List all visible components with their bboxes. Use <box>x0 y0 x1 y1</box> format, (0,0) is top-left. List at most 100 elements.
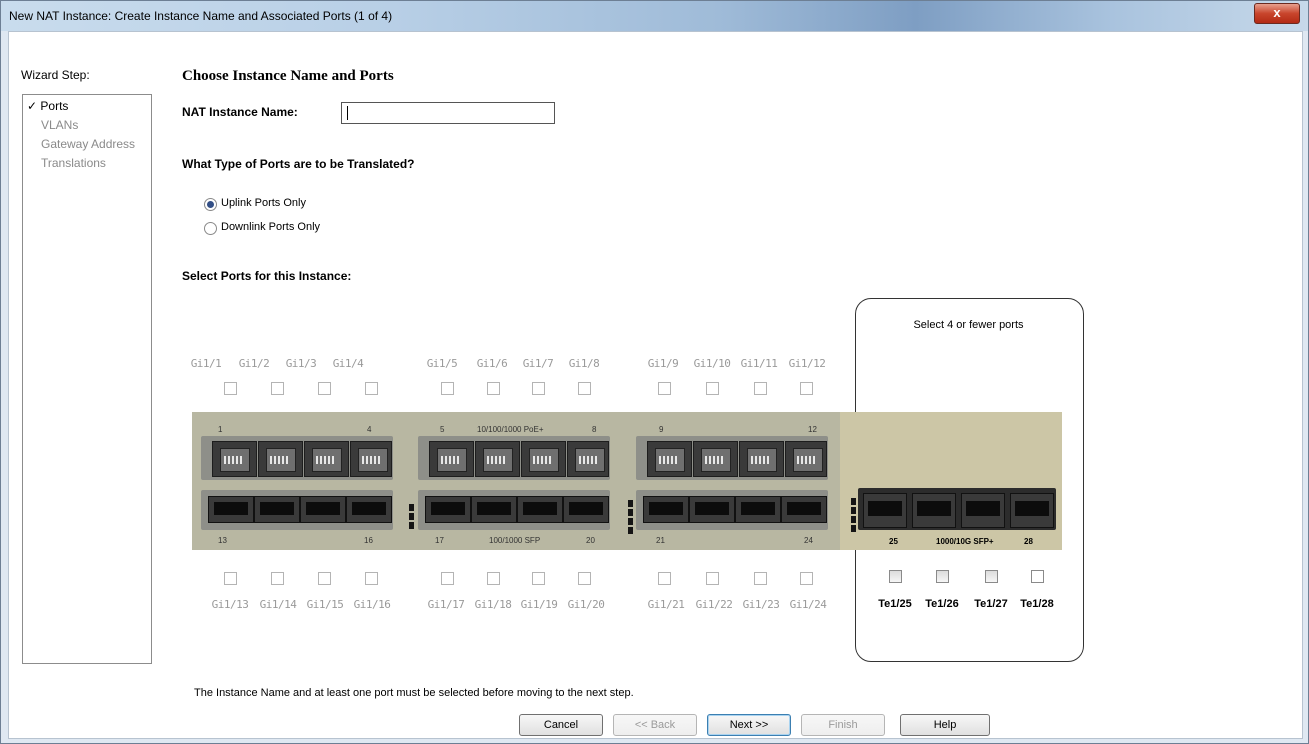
port-label-te1-28: Te1/28 <box>1020 598 1054 610</box>
sfp-port-icon <box>346 496 392 523</box>
status-led <box>409 522 414 529</box>
radio-uplink-label[interactable]: Uplink Ports Only <box>221 197 306 209</box>
rj45-port-icon <box>475 441 520 477</box>
silk-4: 4 <box>367 425 372 434</box>
step-label: Ports <box>40 99 69 113</box>
port-checkbox-gi1-20[interactable] <box>578 572 591 585</box>
port-checkbox-gi1-19[interactable] <box>532 572 545 585</box>
silk-16: 16 <box>364 536 373 545</box>
radio-downlink[interactable] <box>204 222 217 235</box>
port-checkbox-gi1-15[interactable] <box>318 572 331 585</box>
port-label-gi1-10: Gi1/10 <box>693 357 731 370</box>
footer-note: The Instance Name and at least one port … <box>194 687 634 699</box>
port-checkbox-gi1-21[interactable] <box>658 572 671 585</box>
sfp-port-icon <box>300 496 346 523</box>
next-button[interactable]: Next >> <box>707 714 791 736</box>
port-checkbox-gi1-4[interactable] <box>365 382 378 395</box>
port-checkbox-te1-27[interactable] <box>985 570 998 583</box>
silk-5: 5 <box>440 425 445 434</box>
wizard-step-list: ✓ Ports VLANs Gateway Address Translatio… <box>22 94 152 664</box>
step-ports[interactable]: ✓ Ports <box>27 99 68 113</box>
port-checkbox-gi1-12[interactable] <box>800 382 813 395</box>
port-label-gi1-21: Gi1/21 <box>647 598 685 611</box>
port-checkbox-gi1-8[interactable] <box>578 382 591 395</box>
port-label-gi1-9: Gi1/9 <box>647 357 679 370</box>
port-checkbox-gi1-23[interactable] <box>754 572 767 585</box>
rj45-port-icon <box>567 441 609 477</box>
port-type-question: What Type of Ports are to be Translated? <box>182 157 415 171</box>
port-checkbox-gi1-2[interactable] <box>271 382 284 395</box>
port-checkbox-gi1-7[interactable] <box>532 382 545 395</box>
port-checkbox-gi1-22[interactable] <box>706 572 719 585</box>
port-checkbox-gi1-18[interactable] <box>487 572 500 585</box>
close-button[interactable]: x <box>1254 3 1300 24</box>
silk-poe: 10/100/1000 PoE+ <box>477 425 544 434</box>
sfp-port-icon <box>563 496 609 523</box>
status-led <box>851 516 856 523</box>
status-led <box>851 525 856 532</box>
sfp-port-icon <box>781 496 827 523</box>
port-label-gi1-23: Gi1/23 <box>742 598 780 611</box>
port-checkbox-gi1-17[interactable] <box>441 572 454 585</box>
port-checkbox-gi1-5[interactable] <box>441 382 454 395</box>
port-checkbox-gi1-9[interactable] <box>658 382 671 395</box>
status-led <box>409 513 414 520</box>
cancel-button[interactable]: Cancel <box>519 714 603 736</box>
title-bar[interactable]: New NAT Instance: Create Instance Name a… <box>1 1 1308 31</box>
wizard-window: New NAT Instance: Create Instance Name a… <box>0 0 1309 744</box>
step-gateway-address: Gateway Address <box>41 137 136 151</box>
port-label-gi1-16: Gi1/16 <box>353 598 391 611</box>
radio-downlink-label[interactable]: Downlink Ports Only <box>221 221 320 233</box>
rj45-port-icon <box>304 441 349 477</box>
port-checkbox-gi1-3[interactable] <box>318 382 331 395</box>
help-button[interactable]: Help <box>900 714 990 736</box>
port-checkbox-gi1-16[interactable] <box>365 572 378 585</box>
port-checkbox-gi1-10[interactable] <box>706 382 719 395</box>
port-checkbox-gi1-24[interactable] <box>800 572 813 585</box>
silk-17: 17 <box>435 536 444 545</box>
port-checkbox-gi1-14[interactable] <box>271 572 284 585</box>
rj45-port-icon <box>647 441 692 477</box>
port-checkbox-gi1-13[interactable] <box>224 572 237 585</box>
finish-button[interactable]: Finish <box>801 714 885 736</box>
rj45-port-icon <box>429 441 474 477</box>
port-label-gi1-12: Gi1/12 <box>788 357 826 370</box>
window-title: New NAT Instance: Create Instance Name a… <box>9 9 393 23</box>
port-checkbox-gi1-11[interactable] <box>754 382 767 395</box>
back-button[interactable]: << Back <box>613 714 697 736</box>
status-led <box>851 498 856 505</box>
port-label-gi1-20: Gi1/20 <box>567 598 605 611</box>
checkmark-icon: ✓ <box>27 99 38 113</box>
port-checkbox-gi1-6[interactable] <box>487 382 500 395</box>
rj45-port-icon <box>785 441 827 477</box>
radio-uplink[interactable] <box>204 198 217 211</box>
sfp-plus-port-icon <box>912 493 956 528</box>
sfp-port-icon <box>208 496 254 523</box>
status-led <box>628 509 633 516</box>
port-checkbox-te1-25[interactable] <box>889 570 902 583</box>
sfp-plus-port-icon <box>1010 493 1054 528</box>
instance-name-input[interactable] <box>341 102 555 124</box>
sfp-port-icon <box>735 496 781 523</box>
port-checkbox-te1-28[interactable] <box>1031 570 1044 583</box>
sfp-port-icon <box>517 496 563 523</box>
instance-name-label: NAT Instance Name: <box>182 105 298 119</box>
port-label-gi1-1: Gi1/1 <box>190 357 222 370</box>
sfp-port-icon <box>254 496 300 523</box>
sfp-port-icon <box>689 496 735 523</box>
port-label-gi1-13: Gi1/13 <box>211 598 249 611</box>
silk-sfp: 100/1000 SFP <box>489 536 541 545</box>
port-label-gi1-15: Gi1/15 <box>306 598 344 611</box>
port-checkbox-te1-26[interactable] <box>936 570 949 583</box>
port-label-gi1-6: Gi1/6 <box>476 357 508 370</box>
silk-1: 1 <box>218 425 223 434</box>
rj45-port-icon <box>521 441 566 477</box>
port-label-gi1-24: Gi1/24 <box>789 598 827 611</box>
sfp-plus-port-icon <box>961 493 1005 528</box>
port-checkbox-gi1-1[interactable] <box>224 382 237 395</box>
silk-12: 12 <box>808 425 817 434</box>
rj45-port-icon <box>258 441 303 477</box>
silk-13: 13 <box>218 536 227 545</box>
sfp-port-icon <box>471 496 517 523</box>
rj45-port-icon <box>350 441 392 477</box>
